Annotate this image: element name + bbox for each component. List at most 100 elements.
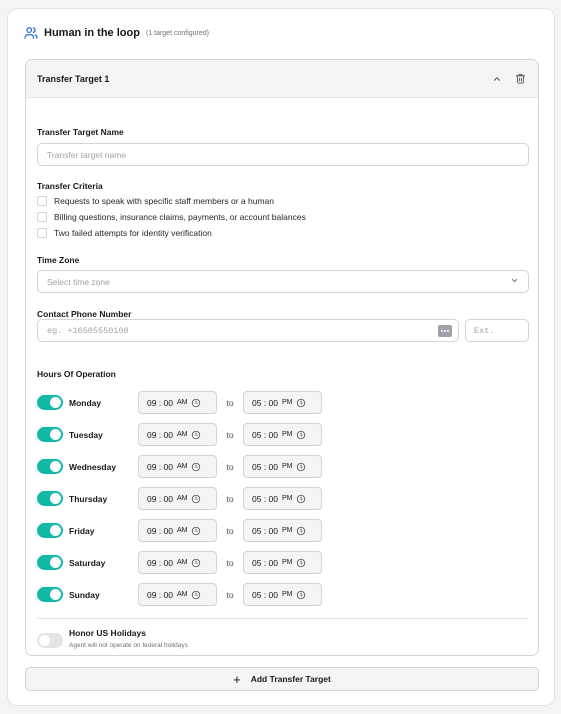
end-time-input[interactable]: 05 : 00 PM <box>243 583 322 606</box>
target-name-input[interactable] <box>47 149 519 160</box>
end-ampm: PM <box>282 495 293 502</box>
clock-icon <box>191 462 201 472</box>
to-label: to <box>226 525 234 536</box>
day-row-sunday: Sunday 09 : 00 AM to 05 : 00 PM <box>37 583 337 606</box>
start-time-input[interactable]: 09 : 00 AM <box>138 551 217 574</box>
to-label: to <box>226 397 234 408</box>
timezone-value: Select time zone <box>47 276 110 287</box>
clock-icon <box>191 430 201 440</box>
day-row-tuesday: Tuesday 09 : 00 AM to 05 : 00 PM <box>37 423 337 446</box>
to-label: to <box>226 557 234 568</box>
start-time-input[interactable]: 09 : 00 AM <box>138 519 217 542</box>
start-ampm: AM <box>177 463 188 470</box>
day-toggle[interactable] <box>37 395 63 410</box>
day-toggle[interactable] <box>37 587 63 602</box>
clock-icon <box>191 494 201 504</box>
plus-icon: + <box>233 671 241 687</box>
criteria-text: Billing questions, insurance claims, pay… <box>54 212 306 222</box>
day-name: Sunday <box>69 589 100 600</box>
phone-field[interactable] <box>37 319 459 342</box>
end-time-value: 05 : 00 <box>252 429 278 440</box>
transfer-target-header[interactable]: Transfer Target 1 <box>26 60 538 98</box>
end-time-input[interactable]: 05 : 00 PM <box>243 519 322 542</box>
clock-icon <box>296 558 306 568</box>
start-time-value: 09 : 00 <box>147 461 173 472</box>
hours-label: Hours Of Operation <box>37 369 116 379</box>
section-header: Human in the loop (1 target configured) <box>24 25 209 41</box>
start-ampm: AM <box>177 495 188 502</box>
start-time-input[interactable]: 09 : 00 AM <box>138 487 217 510</box>
start-time-input[interactable]: 09 : 00 AM <box>138 455 217 478</box>
extension-field[interactable] <box>465 319 529 342</box>
end-time-input[interactable]: 05 : 00 PM <box>243 455 322 478</box>
start-time-input[interactable]: 09 : 00 AM <box>138 423 217 446</box>
clock-icon <box>296 526 306 536</box>
day-name: Friday <box>69 525 95 536</box>
clock-icon <box>296 462 306 472</box>
dots-icon[interactable] <box>438 324 452 337</box>
honor-holidays-toggle[interactable] <box>37 633 63 648</box>
target-name-label: Transfer Target Name <box>37 127 124 137</box>
end-time-value: 05 : 00 <box>252 557 278 568</box>
timezone-select[interactable]: Select time zone <box>37 270 529 293</box>
day-name: Saturday <box>69 557 106 568</box>
start-time-input[interactable]: 09 : 00 AM <box>138 583 217 606</box>
criteria-checkbox[interactable] <box>37 212 47 222</box>
criteria-checkbox[interactable] <box>37 228 47 238</box>
day-name: Thursday <box>69 493 108 504</box>
chevron-up-icon[interactable] <box>489 71 505 87</box>
criteria-item[interactable]: Billing questions, insurance claims, pay… <box>37 212 306 222</box>
day-toggle[interactable] <box>37 523 63 538</box>
day-row-thursday: Thursday 09 : 00 AM to 05 : 00 PM <box>37 487 337 510</box>
start-time-input[interactable]: 09 : 00 AM <box>138 391 217 414</box>
holidays-subtitle: Agent will not operate on federal holida… <box>69 642 188 649</box>
end-time-value: 05 : 00 <box>252 397 278 408</box>
start-time-value: 09 : 00 <box>147 525 173 536</box>
trash-icon[interactable] <box>512 71 528 87</box>
start-time-value: 09 : 00 <box>147 429 173 440</box>
end-time-input[interactable]: 05 : 00 PM <box>243 487 322 510</box>
end-ampm: PM <box>282 463 293 470</box>
target-name-field[interactable] <box>37 143 529 166</box>
to-label: to <box>226 461 234 472</box>
extension-input[interactable] <box>474 325 520 336</box>
day-toggle[interactable] <box>37 427 63 442</box>
criteria-item[interactable]: Requests to speak with specific staff me… <box>37 196 274 206</box>
day-name: Wednesday <box>69 461 117 472</box>
day-toggle[interactable] <box>37 459 63 474</box>
day-name: Monday <box>69 397 102 408</box>
clock-icon <box>296 430 306 440</box>
end-ampm: PM <box>282 527 293 534</box>
end-time-input[interactable]: 05 : 00 PM <box>243 423 322 446</box>
criteria-text: Requests to speak with specific staff me… <box>54 196 274 206</box>
start-time-value: 09 : 00 <box>147 493 173 504</box>
day-toggle[interactable] <box>37 491 63 506</box>
day-row-saturday: Saturday 09 : 00 AM to 05 : 00 PM <box>37 551 337 574</box>
end-time-input[interactable]: 05 : 00 PM <box>243 391 322 414</box>
to-label: to <box>226 429 234 440</box>
end-ampm: PM <box>282 431 293 438</box>
end-time-value: 05 : 00 <box>252 461 278 472</box>
phone-input[interactable] <box>47 325 438 336</box>
end-time-input[interactable]: 05 : 00 PM <box>243 551 322 574</box>
start-ampm: AM <box>177 591 188 598</box>
clock-icon <box>191 590 201 600</box>
clock-icon <box>191 398 201 408</box>
criteria-item[interactable]: Two failed attempts for identity verific… <box>37 228 212 238</box>
end-ampm: PM <box>282 559 293 566</box>
start-ampm: AM <box>177 559 188 566</box>
day-row-friday: Friday 09 : 00 AM to 05 : 00 PM <box>37 519 337 542</box>
day-toggle[interactable] <box>37 555 63 570</box>
clock-icon <box>296 398 306 408</box>
clock-icon <box>191 526 201 536</box>
start-ampm: AM <box>177 431 188 438</box>
day-row-wednesday: Wednesday 09 : 00 AM to 05 : 00 PM <box>37 455 337 478</box>
criteria-checkbox[interactable] <box>37 196 47 206</box>
end-time-value: 05 : 00 <box>252 589 278 600</box>
divider <box>37 618 529 619</box>
phone-label: Contact Phone Number <box>37 309 132 319</box>
add-transfer-target-button[interactable]: + Add Transfer Target <box>25 667 539 691</box>
start-time-value: 09 : 00 <box>147 397 173 408</box>
chevron-down-icon <box>510 276 519 287</box>
holidays-title: Honor US Holidays <box>69 628 146 638</box>
